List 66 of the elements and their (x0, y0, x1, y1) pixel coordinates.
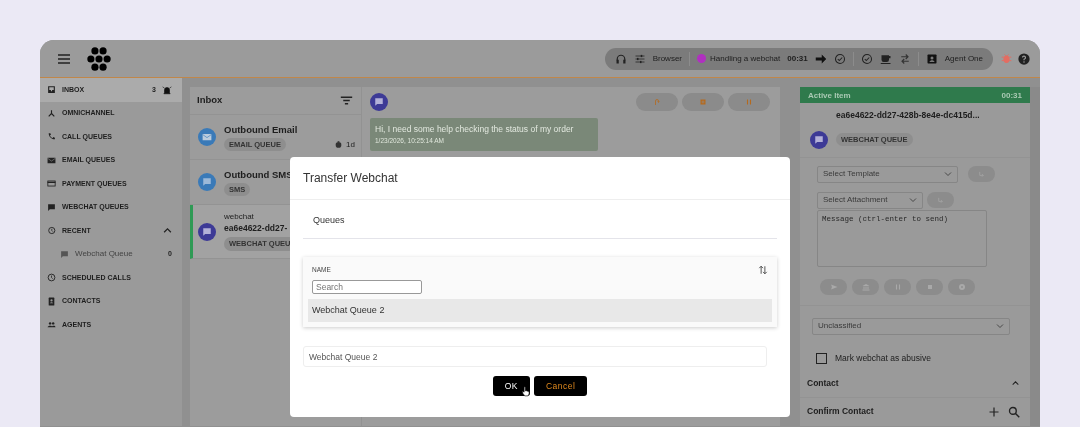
card-icon (47, 179, 56, 189)
item-id: ea6e4622-dd27-428b-8e4e-dc415d... (836, 109, 980, 122)
cancel-button[interactable]: Cancel (533, 376, 588, 396)
chevron-down-icon (996, 322, 1004, 331)
check-circle-icon[interactable] (833, 52, 846, 65)
chat-icon (814, 134, 824, 145)
sliders-icon[interactable] (633, 52, 646, 65)
network-icon (47, 108, 56, 118)
section-title: Contact (807, 376, 840, 390)
chevron-icon[interactable] (163, 226, 172, 236)
search-icon[interactable] (1008, 405, 1020, 418)
classification-select[interactable]: Unclassified (812, 317, 1010, 335)
chevron-icon[interactable] (1011, 378, 1020, 388)
bank-icon (861, 282, 870, 291)
chat-icon (47, 202, 56, 212)
pause-icon (745, 98, 753, 106)
send-icon (829, 282, 838, 291)
scrollbar[interactable] (1030, 87, 1040, 426)
plus-icon[interactable] (988, 405, 1000, 418)
checkbox-label: Mark webchat as abusive (835, 351, 931, 365)
template-select[interactable]: Select Template (817, 165, 958, 183)
people-icon (47, 320, 56, 330)
headset-icon[interactable] (614, 52, 627, 65)
chevron-down-icon (909, 196, 917, 205)
cup-icon[interactable] (879, 52, 892, 65)
item-timer: 00:31 (1001, 90, 1022, 100)
filter-icon[interactable] (340, 94, 353, 107)
chat-icon (60, 249, 69, 259)
contact-card-icon (47, 296, 56, 306)
ok-button[interactable]: OK (492, 376, 530, 396)
history-icon (47, 226, 56, 236)
search-field[interactable]: Search (312, 279, 422, 294)
check-circle-icon[interactable] (860, 52, 873, 65)
chat-icon (202, 226, 212, 237)
hand-cursor-icon (521, 385, 531, 398)
phone-icon (47, 132, 56, 142)
table-row[interactable]: Webchat Queue 2 (308, 298, 772, 322)
section-title: Confirm Contact (807, 405, 875, 418)
status-timer: 00:31 (787, 52, 808, 65)
attachment-select[interactable]: Select Attachment (817, 191, 923, 209)
device-label: Browser (652, 52, 682, 65)
envelope-icon (47, 155, 56, 165)
envelope-icon (202, 132, 212, 142)
logo-icon (84, 45, 114, 72)
alarm-icon[interactable] (162, 84, 172, 95)
chat-icon (202, 177, 212, 187)
agent-status: Handling a webchat (710, 52, 781, 65)
dialog-title: Transfer Webchat (290, 157, 790, 200)
undo-icon (653, 98, 661, 106)
panel-title: Active Item (808, 90, 851, 100)
help-icon[interactable] (1018, 52, 1030, 65)
tray-icon (47, 85, 56, 95)
pause-icon (893, 282, 902, 291)
swap-icon[interactable] (898, 52, 911, 65)
agent-name: Agent One (944, 52, 983, 65)
checkbox[interactable] (816, 352, 827, 364)
sort-icon[interactable] (758, 264, 768, 275)
note-icon (699, 98, 707, 106)
chat-icon (374, 97, 384, 107)
selection-field[interactable]: Webchat Queue 2 (303, 346, 767, 367)
badge-icon[interactable] (925, 52, 938, 65)
chevron-down-icon (944, 170, 952, 179)
panel-title: Inbox (197, 93, 223, 108)
tab[interactable]: Queues (303, 214, 777, 239)
clock-icon (47, 273, 56, 283)
arrow-right-icon[interactable] (814, 52, 827, 65)
